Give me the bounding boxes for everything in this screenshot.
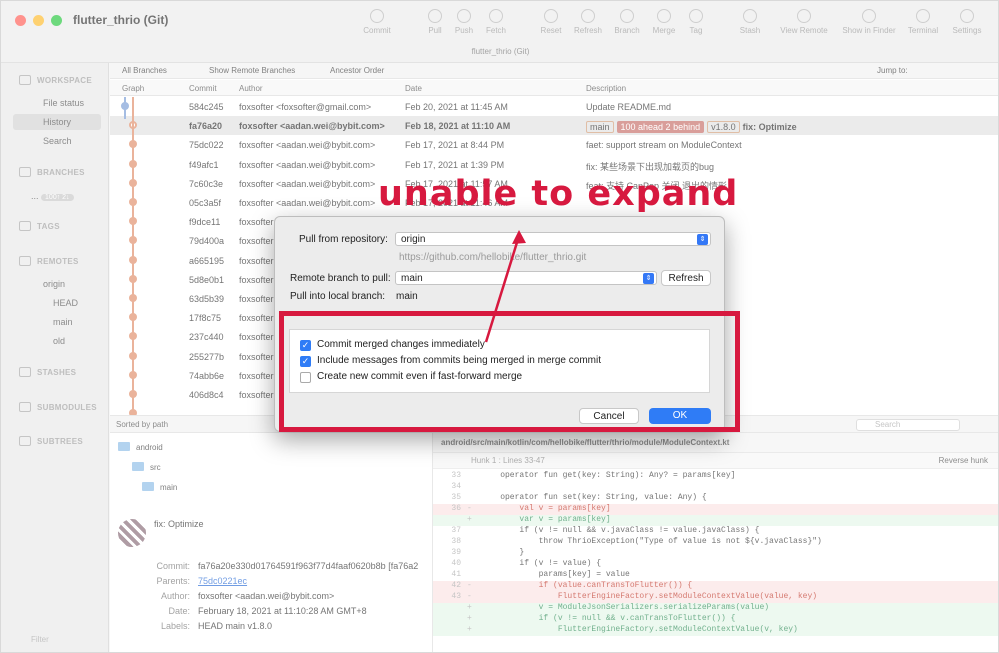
pull-from-value: origin — [401, 234, 426, 245]
repository-url: https://github.com/hellobike/flutter_thr… — [399, 252, 587, 263]
local-branch-value: main — [396, 291, 418, 302]
refresh-branches-button[interactable]: Refresh — [661, 270, 711, 286]
remote-branch-select[interactable]: main ⇕ — [395, 271, 657, 285]
chevron-updown-icon: ⇕ — [697, 234, 708, 245]
remote-branch-value: main — [401, 273, 423, 284]
remote-branch-label: Remote branch to pull: — [290, 273, 391, 284]
chevron-updown-icon: ⇕ — [643, 273, 654, 284]
pull-from-label: Pull from repository: — [299, 234, 388, 245]
pull-from-select[interactable]: origin ⇕ — [395, 232, 711, 246]
local-branch-label: Pull into local branch: — [290, 291, 386, 302]
annotation-text: unable to expand — [378, 174, 739, 214]
annotation-highlight-box — [279, 311, 740, 432]
